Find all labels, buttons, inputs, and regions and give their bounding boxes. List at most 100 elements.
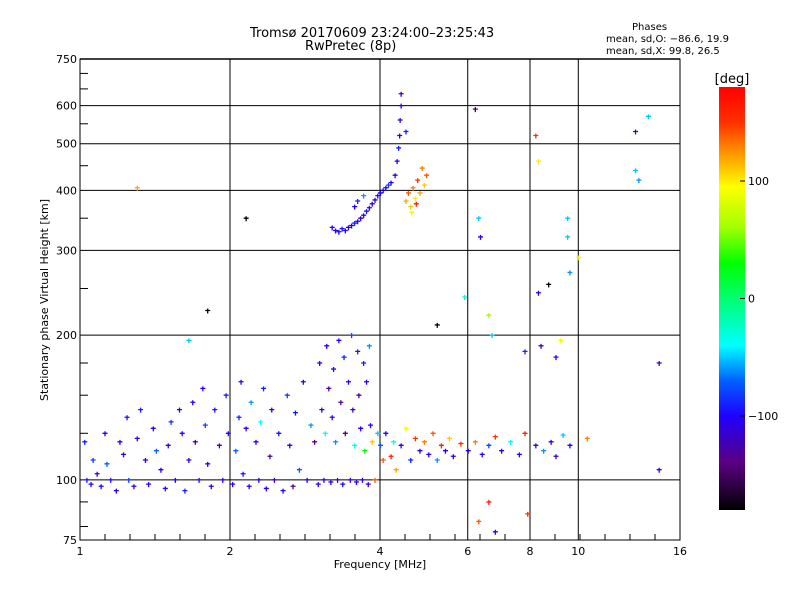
data-point bbox=[205, 461, 211, 467]
data-point bbox=[426, 452, 432, 458]
axis-ticks: 1 2 4 6 8 10 16 75 100 200 300 400 500 600 750 bbox=[56, 53, 687, 558]
data-point bbox=[200, 386, 206, 392]
data-point bbox=[508, 439, 514, 445]
data-point bbox=[131, 484, 137, 490]
x-tick-label: 6 bbox=[464, 545, 471, 558]
data-point bbox=[230, 482, 236, 488]
data-point bbox=[284, 393, 290, 399]
data-point bbox=[179, 431, 185, 437]
colorbar-label: [deg] bbox=[715, 72, 750, 87]
x-tick-label: 8 bbox=[527, 545, 534, 558]
data-point bbox=[158, 467, 164, 473]
data-point bbox=[358, 216, 364, 222]
data-point bbox=[383, 431, 389, 437]
data-point bbox=[340, 482, 346, 488]
data-point bbox=[90, 457, 96, 463]
colorbar-tick-label: 0 bbox=[748, 293, 755, 306]
data-point bbox=[352, 204, 358, 210]
data-point bbox=[331, 367, 337, 373]
data-point bbox=[359, 477, 365, 483]
y-tick-label: 75 bbox=[63, 534, 77, 547]
data-point bbox=[98, 484, 104, 490]
data-point bbox=[240, 471, 246, 477]
data-point bbox=[216, 443, 222, 449]
data-point bbox=[413, 201, 419, 207]
y-tick-label: 300 bbox=[56, 244, 77, 257]
data-point bbox=[253, 439, 259, 445]
data-point bbox=[380, 457, 386, 463]
data-point bbox=[415, 178, 421, 184]
data-point bbox=[522, 349, 528, 355]
data-point bbox=[388, 454, 394, 460]
data-point bbox=[656, 467, 662, 473]
data-point bbox=[312, 439, 318, 445]
data-point bbox=[548, 439, 554, 445]
data-point bbox=[321, 477, 327, 483]
data-point bbox=[378, 443, 383, 449]
colorbar-ticks: 100 0 −100 bbox=[740, 175, 778, 423]
data-point bbox=[336, 338, 342, 344]
x-axis-label: Frequency [MHz] bbox=[334, 558, 426, 571]
data-point bbox=[408, 457, 414, 463]
data-point bbox=[186, 457, 192, 463]
data-point bbox=[398, 443, 404, 449]
data-point bbox=[358, 426, 364, 432]
data-point bbox=[553, 454, 559, 460]
data-point bbox=[403, 426, 409, 432]
data-point bbox=[366, 343, 372, 349]
data-point bbox=[121, 452, 127, 458]
data-point bbox=[476, 519, 482, 525]
data-point bbox=[352, 443, 358, 449]
data-point bbox=[243, 216, 249, 222]
data-point bbox=[315, 482, 321, 488]
data-point bbox=[492, 529, 498, 535]
data-point bbox=[208, 484, 214, 490]
data-point bbox=[535, 159, 541, 165]
data-point bbox=[280, 488, 286, 494]
data-point bbox=[553, 355, 559, 361]
data-point bbox=[412, 436, 418, 442]
data-point bbox=[486, 443, 492, 449]
data-point bbox=[421, 183, 427, 189]
data-point bbox=[417, 448, 423, 454]
data-point bbox=[576, 255, 582, 261]
data-point bbox=[248, 400, 254, 406]
data-point bbox=[165, 443, 171, 449]
data-point bbox=[364, 379, 370, 385]
data-point bbox=[472, 107, 478, 113]
data-point bbox=[356, 393, 362, 399]
data-point bbox=[533, 133, 539, 139]
data-point bbox=[329, 225, 335, 231]
data-point bbox=[584, 436, 590, 442]
data-point bbox=[304, 477, 310, 483]
data-point bbox=[142, 457, 148, 463]
data-point bbox=[408, 204, 414, 210]
y-tick-label: 200 bbox=[56, 329, 77, 342]
data-point bbox=[113, 488, 119, 494]
data-point bbox=[82, 439, 88, 445]
data-point bbox=[308, 423, 314, 429]
data-point bbox=[516, 452, 522, 458]
data-point bbox=[361, 361, 367, 367]
data-point bbox=[263, 486, 269, 492]
data-point bbox=[462, 295, 468, 301]
data-point bbox=[324, 343, 330, 349]
x-tick-label: 16 bbox=[673, 545, 687, 558]
data-point bbox=[290, 484, 296, 490]
data-point bbox=[567, 270, 573, 276]
data-point bbox=[499, 448, 505, 454]
data-point bbox=[538, 343, 544, 349]
data-point bbox=[124, 415, 130, 421]
data-point bbox=[565, 216, 571, 222]
data-point bbox=[150, 426, 156, 432]
data-point bbox=[394, 159, 400, 165]
data-point bbox=[146, 482, 152, 488]
data-point bbox=[535, 290, 541, 296]
data-point bbox=[366, 205, 372, 211]
data-point bbox=[333, 439, 339, 445]
data-point bbox=[403, 129, 409, 135]
ionogram-plot: 1 2 4 6 8 10 16 75 100 200 300 400 500 600 750 Frequen… bbox=[38, 53, 778, 571]
data-point bbox=[430, 431, 436, 437]
data-point bbox=[412, 196, 418, 202]
data-point bbox=[355, 349, 361, 355]
